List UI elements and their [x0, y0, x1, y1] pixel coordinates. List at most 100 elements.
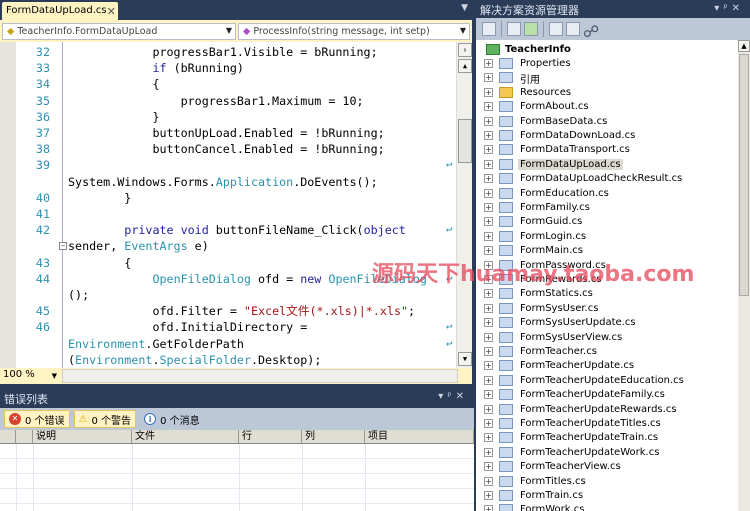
expand-icon[interactable]: +: [484, 419, 493, 429]
code-line[interactable]: 43 {: [0, 255, 456, 271]
code-line[interactable]: 42 private void buttonFileName_Click(obj…: [0, 222, 456, 238]
tree-item[interactable]: + FormStatics.cs: [484, 287, 595, 301]
expand-icon[interactable]: +: [484, 131, 493, 141]
tree-item[interactable]: + FormTeacherUpdateTrain.cs: [484, 431, 660, 445]
close-icon[interactable]: ✕: [456, 391, 468, 402]
expand-icon[interactable]: +: [484, 260, 493, 270]
tree-item[interactable]: + FormDataTransport.cs: [484, 143, 632, 157]
code-line[interactable]: System.Windows.Forms.Application.DoEvent…: [0, 174, 456, 190]
expand-icon[interactable]: +: [484, 433, 493, 443]
expand-icon[interactable]: +: [484, 289, 493, 299]
scroll-thumb[interactable]: [739, 54, 749, 296]
refresh-icon[interactable]: [524, 22, 538, 36]
expand-icon[interactable]: +: [484, 246, 493, 256]
code-line[interactable]: ();: [0, 287, 456, 303]
tree-item[interactable]: + FormDataUpLoad.cs: [484, 157, 623, 171]
expand-icon[interactable]: +: [484, 87, 493, 97]
expand-icon[interactable]: +: [484, 361, 493, 371]
solution-tree[interactable]: TeacherInfo + Properties + 引用 + Resources + For…: [476, 40, 738, 511]
tree-item[interactable]: + FormTrain.cs: [484, 488, 585, 502]
code-line[interactable]: 44 OpenFileDialog ofd = new OpenFileDial…: [0, 271, 456, 287]
view-code-icon[interactable]: [549, 22, 563, 36]
tree-item[interactable]: + FormSysUserView.cs: [484, 330, 624, 344]
tab-formdataupload[interactable]: FormDataUpLoad.cs ✕: [2, 2, 118, 20]
code-line[interactable]: 34 {: [0, 76, 456, 92]
expand-icon[interactable]: +: [484, 159, 493, 169]
tree-item[interactable]: + FormTitles.cs: [484, 474, 588, 488]
column-header[interactable]: [16, 430, 33, 443]
tree-item[interactable]: + FormTeacherView.cs: [484, 460, 623, 474]
expand-icon[interactable]: +: [484, 347, 493, 357]
tree-item[interactable]: + FormTeacherUpdateTitles.cs: [484, 416, 663, 430]
tree-item[interactable]: + FormAbout.cs: [484, 100, 591, 114]
column-header-line[interactable]: 行: [239, 430, 302, 443]
expand-icon[interactable]: +: [484, 59, 493, 69]
code-line[interactable]: − sender, EventArgs e): [0, 238, 456, 254]
expand-icon[interactable]: +: [484, 447, 493, 457]
column-header[interactable]: [0, 430, 16, 443]
tree-item[interactable]: + FormEducation.cs: [484, 186, 611, 200]
expand-icon[interactable]: +: [484, 188, 493, 198]
tree-project-node[interactable]: TeacherInfo: [486, 42, 571, 56]
scroll-up-icon[interactable]: ▲: [458, 59, 472, 73]
code-line[interactable]: Environment.GetFolderPath ↩: [0, 336, 456, 352]
expand-icon[interactable]: +: [484, 318, 493, 328]
tree-item[interactable]: + FormMain.cs: [484, 244, 585, 258]
tree-item[interactable]: + FormTeacherUpdate.cs: [484, 359, 636, 373]
expand-icon[interactable]: +: [484, 73, 493, 83]
expand-icon[interactable]: +: [484, 203, 493, 213]
tree-item[interactable]: + Properties: [484, 56, 573, 70]
tree-item[interactable]: + FormSysUser.cs: [484, 301, 600, 315]
column-header-file[interactable]: 文件: [132, 430, 239, 443]
tab-dropdown-icon[interactable]: ▼: [461, 3, 468, 13]
tree-scrollbar[interactable]: ▲: [738, 40, 750, 511]
expand-icon[interactable]: +: [484, 375, 493, 385]
tree-item[interactable]: + FormTeacherUpdateFamily.cs: [484, 388, 667, 402]
tree-item[interactable]: + FormTeacherUpdateEducation.cs: [484, 373, 686, 387]
expand-icon[interactable]: +: [484, 145, 493, 155]
view-designer-icon[interactable]: [566, 22, 580, 36]
tree-item[interactable]: + FormFamily.cs: [484, 200, 592, 214]
code-line[interactable]: 39 ↩: [0, 157, 456, 173]
code-line[interactable]: 45 ofd.Filter = "Excel文件(*.xls)|*.xls";: [0, 303, 456, 319]
show-all-files-icon[interactable]: [507, 22, 521, 36]
properties-icon[interactable]: [482, 22, 496, 36]
dropdown-icon[interactable]: ▾: [714, 3, 723, 14]
errors-filter-button[interactable]: ✕ 0 个错误: [4, 410, 70, 428]
expand-icon[interactable]: +: [484, 303, 493, 313]
dropdown-icon[interactable]: ▾: [438, 391, 447, 402]
code-line[interactable]: 38 buttonCancel.Enabled = !bRunning;: [0, 141, 456, 157]
expand-icon[interactable]: +: [484, 404, 493, 414]
expand-icon[interactable]: +: [484, 275, 493, 285]
scroll-thumb[interactable]: [458, 119, 472, 163]
code-line[interactable]: 32 progressBar1.Visible = bRunning;: [0, 44, 456, 60]
split-icon[interactable]: ⇳: [458, 43, 472, 57]
column-header-column[interactable]: 列: [302, 430, 365, 443]
expand-icon[interactable]: +: [484, 332, 493, 342]
expand-icon[interactable]: +: [484, 217, 493, 227]
warnings-filter-button[interactable]: ⚠ 0 个警告: [73, 410, 137, 428]
tree-item[interactable]: + FormGuid.cs: [484, 215, 584, 229]
tree-item[interactable]: + FormBaseData.cs: [484, 114, 609, 128]
code-line[interactable]: 40 }: [0, 190, 456, 206]
expand-icon[interactable]: +: [484, 505, 493, 511]
column-header-project[interactable]: 项目: [365, 430, 474, 443]
expand-icon[interactable]: +: [484, 491, 493, 501]
code-line[interactable]: 33 if (bRunning): [0, 60, 456, 76]
tree-item[interactable]: + 引用: [484, 71, 542, 86]
close-icon[interactable]: ✕: [732, 3, 744, 14]
class-combo[interactable]: ◆ TeacherInfo.FormDataUpLoad ▼: [2, 23, 236, 40]
tree-item[interactable]: + FormDataDownLoad.cs: [484, 128, 637, 142]
code-line[interactable]: 37 buttonUpLoad.Enabled = !bRunning;: [0, 125, 456, 141]
tree-item[interactable]: + FormDataUpLoadCheckResult.cs: [484, 172, 684, 186]
expand-icon[interactable]: +: [484, 116, 493, 126]
tree-item[interactable]: + FormRewards.cs: [484, 272, 604, 286]
code-editor[interactable]: 32 progressBar1.Visible = bRunning; 33 if…: [0, 42, 472, 368]
expand-icon[interactable]: +: [484, 102, 493, 112]
tree-item[interactable]: + FormLogin.cs: [484, 229, 588, 243]
zoom-combo[interactable]: 100 % ▼: [3, 369, 61, 380]
scroll-down-icon[interactable]: ▼: [458, 352, 472, 366]
code-line[interactable]: 36 }: [0, 109, 456, 125]
messages-filter-button[interactable]: i0 个消息: [140, 410, 204, 428]
collapse-icon[interactable]: −: [59, 242, 67, 251]
